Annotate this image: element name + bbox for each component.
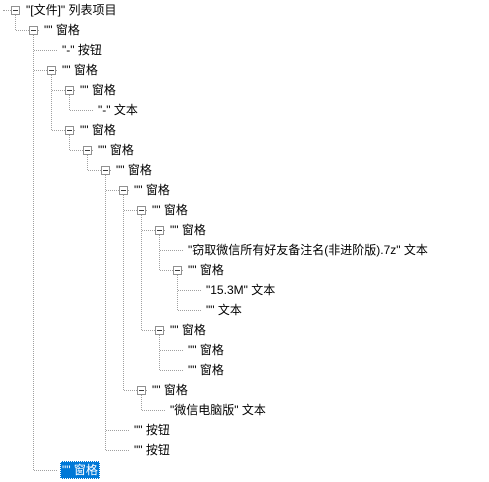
- tree-connector-vertical: [69, 95, 70, 110]
- collapse-toggle-icon[interactable]: [83, 146, 92, 155]
- tree-connector-horizontal: [178, 310, 201, 311]
- collapse-toggle-icon[interactable]: [65, 86, 74, 95]
- tree-connector-horizontal: [34, 50, 57, 51]
- tree-connector-vertical: [141, 215, 142, 330]
- tree-node-n20[interactable]: "微信电脑版" 文本: [168, 401, 268, 419]
- tree-connector-vertical: [123, 195, 124, 390]
- tree-connector-vertical: [141, 395, 142, 410]
- tree-node-n5[interactable]: "-" 文本: [96, 101, 140, 119]
- collapse-toggle-icon[interactable]: [137, 206, 146, 215]
- tree-connector-vertical: [177, 275, 178, 310]
- tree-connector-horizontal: [160, 250, 183, 251]
- tree-connector-vertical: [69, 135, 70, 150]
- tree-connector-vertical: [15, 15, 16, 30]
- tree-connector-vertical: [33, 35, 34, 470]
- collapse-toggle-icon[interactable]: [29, 26, 38, 35]
- tree-node-n11[interactable]: "" 窗格: [168, 221, 208, 239]
- collapse-toggle-icon[interactable]: [173, 266, 182, 275]
- collapse-toggle-icon[interactable]: [101, 166, 110, 175]
- collapse-toggle-icon[interactable]: [47, 66, 56, 75]
- collapse-toggle-icon[interactable]: [137, 386, 146, 395]
- tree-connector-horizontal: [106, 430, 129, 431]
- collapse-toggle-icon[interactable]: [155, 226, 164, 235]
- tree-connector-horizontal: [142, 410, 165, 411]
- tree-node-n1[interactable]: "" 窗格: [42, 21, 82, 39]
- tree-node-n15[interactable]: "" 文本: [204, 301, 244, 319]
- tree-connector-vertical: [87, 155, 88, 170]
- tree-node-n13[interactable]: "" 窗格: [186, 261, 226, 279]
- tree-node-n23[interactable]: "" 窗格: [60, 461, 100, 479]
- tree-connector-horizontal: [34, 470, 57, 471]
- tree-connector-horizontal: [70, 110, 93, 111]
- collapse-toggle-icon[interactable]: [11, 6, 20, 15]
- tree-connector-horizontal: [160, 350, 183, 351]
- tree-connector-vertical: [105, 175, 106, 450]
- tree-node-n6[interactable]: "" 窗格: [78, 121, 118, 139]
- tree-node-n19[interactable]: "" 窗格: [150, 381, 190, 399]
- collapse-toggle-icon[interactable]: [65, 126, 74, 135]
- tree-node-n17[interactable]: "" 窗格: [186, 341, 226, 359]
- tree-node-n4[interactable]: "" 窗格: [78, 81, 118, 99]
- tree-node-n0[interactable]: "[文件]" 列表项目: [24, 1, 119, 19]
- accessibility-tree-view[interactable]: "[文件]" 列表项目 "" 窗格 "-" 按钮 "" 窗格 "" 窗格 "-" 文本 ""…: [0, 0, 489, 482]
- tree-connector-vertical: [159, 335, 160, 370]
- tree-node-n3[interactable]: "" 窗格: [60, 61, 100, 79]
- tree-node-n8[interactable]: "" 窗格: [114, 161, 154, 179]
- tree-connector-horizontal: [178, 290, 201, 291]
- tree-connector-horizontal: [106, 450, 129, 451]
- tree-node-n16[interactable]: "" 窗格: [168, 321, 208, 339]
- tree-node-n7[interactable]: "" 窗格: [96, 141, 136, 159]
- tree-node-n2[interactable]: "-" 按钮: [60, 41, 104, 59]
- tree-node-n22[interactable]: "" 按钮: [132, 441, 172, 459]
- tree-connector-horizontal: [160, 370, 183, 371]
- collapse-toggle-icon[interactable]: [119, 186, 128, 195]
- tree-node-n14[interactable]: "15.3M" 文本: [204, 281, 277, 299]
- tree-node-n10[interactable]: "" 窗格: [150, 201, 190, 219]
- collapse-toggle-icon[interactable]: [155, 326, 164, 335]
- tree-node-n18[interactable]: "" 窗格: [186, 361, 226, 379]
- tree-node-n9[interactable]: "" 窗格: [132, 181, 172, 199]
- tree-node-n21[interactable]: "" 按钮: [132, 421, 172, 439]
- tree-connector-vertical: [159, 235, 160, 270]
- tree-node-n12[interactable]: "窃取微信所有好友备注名(非进阶版).7z" 文本: [186, 241, 430, 259]
- tree-connector-vertical: [51, 75, 52, 130]
